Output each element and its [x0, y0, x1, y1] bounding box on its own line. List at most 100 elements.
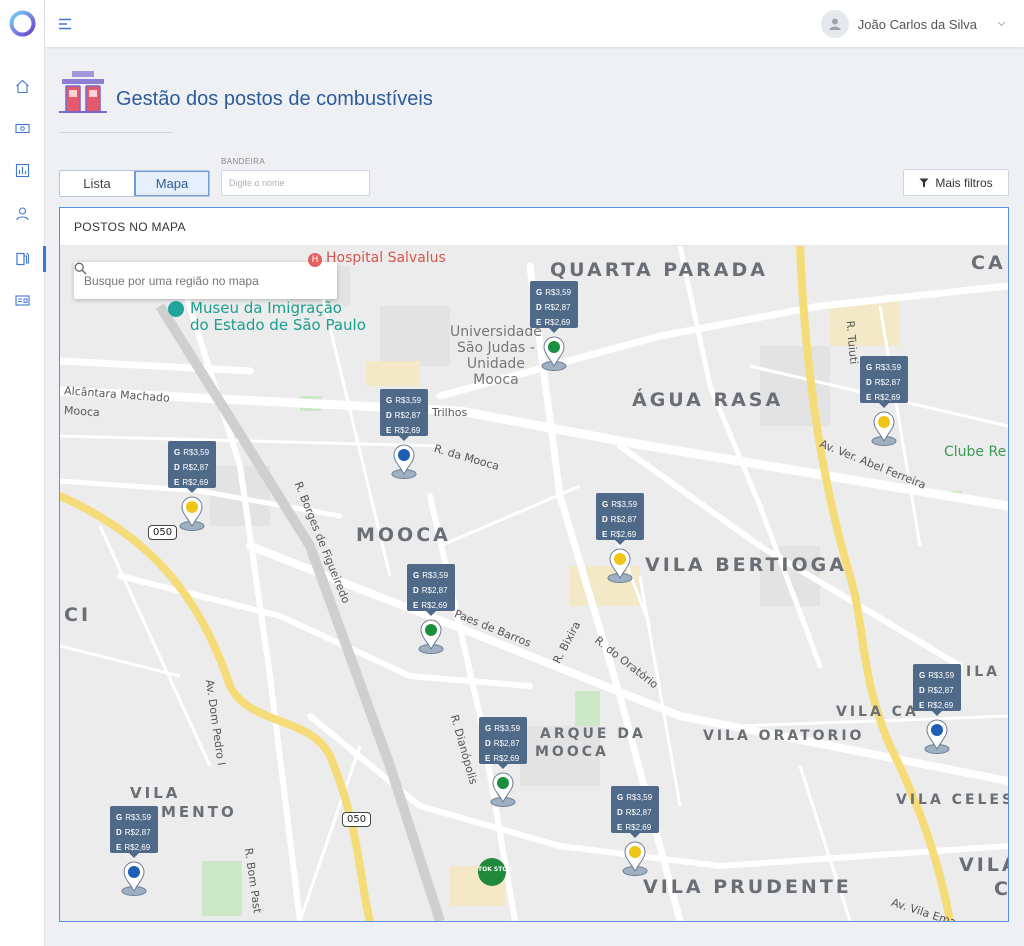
sidebar-item-cards[interactable]: [0, 285, 45, 315]
fuel-code: G: [866, 363, 873, 372]
fuel-code: E: [536, 318, 542, 327]
filter-icon: [919, 178, 929, 187]
district-label: ILA I: [966, 664, 1008, 680]
sidebar: [0, 0, 46, 946]
price-row: D R$2,87: [536, 300, 578, 315]
price-tag[interactable]: G R$3,59 D R$2,87 E R$2,69: [596, 493, 644, 545]
map-panel-title: POSTOS NO MAPA: [60, 208, 1008, 246]
map[interactable]: QUARTA PARADA ÁGUA RASA MOOCA VILA BERTI…: [60, 246, 1008, 921]
user-name: João Carlos da Silva: [857, 16, 977, 32]
avatar: [820, 10, 849, 38]
price-row: E R$2,69: [386, 423, 428, 438]
price-row: G R$3,59: [536, 285, 578, 300]
price-tag[interactable]: G R$3,59 D R$2,87 E R$2,69: [479, 717, 527, 769]
fuel-code: D: [602, 515, 608, 524]
fuel-price: R$2,69: [927, 701, 954, 710]
top-bar: João Carlos da Silva: [45, 0, 1024, 47]
fuel-code: D: [116, 828, 122, 837]
chart-icon: [15, 163, 30, 177]
price-row: G R$3,59: [174, 445, 216, 460]
search-icon[interactable]: [74, 262, 87, 275]
br-station-pin-icon[interactable]: [488, 771, 518, 807]
hospital-icon: H: [308, 253, 322, 267]
sidebar-item-finance[interactable]: [0, 113, 45, 143]
shell-station-pin-icon[interactable]: [177, 495, 207, 531]
app-logo[interactable]: [9, 10, 36, 37]
shell-station-pin-icon[interactable]: [605, 547, 635, 583]
district-label: MENTO: [161, 803, 237, 821]
sidebar-item-users[interactable]: [0, 198, 45, 228]
fuel-price: R$2,87: [394, 411, 421, 420]
fuel-price: R$2,69: [544, 318, 571, 327]
district-label: MOOCA: [535, 744, 609, 760]
user-menu[interactable]: João Carlos da Silva: [820, 10, 1006, 38]
more-filters-button[interactable]: Mais filtros: [903, 169, 1009, 196]
br-station-pin-icon[interactable]: [539, 335, 569, 371]
district-label: C: [994, 878, 1008, 900]
fuel-code: E: [485, 754, 491, 763]
price-row: G R$3,59: [602, 497, 644, 512]
price-tag[interactable]: G R$3,59 D R$2,87 E R$2,69: [380, 389, 428, 441]
ipiranga-station-pin-icon[interactable]: [119, 860, 149, 896]
list-view-button[interactable]: Lista: [60, 171, 134, 196]
sidebar-item-reports[interactable]: [0, 155, 45, 185]
map-view-button[interactable]: Mapa: [134, 171, 209, 196]
ipiranga-station-pin-icon[interactable]: [922, 718, 952, 754]
museum-label: Museu da Imigração do Estado de São Paulo: [168, 300, 366, 334]
fuel-price: R$2,87: [493, 739, 520, 748]
fuel-price: R$3,59: [611, 500, 638, 509]
shell-station-pin-icon[interactable]: [620, 840, 650, 876]
district-label: MOOCA: [356, 524, 451, 546]
price-tag[interactable]: G R$3,59 D R$2,87 E R$2,69: [530, 281, 578, 333]
fuel-price: R$3,59: [875, 363, 902, 372]
district-label: VILA PRUDENTE: [643, 876, 852, 898]
price-tag[interactable]: G R$3,59 D R$2,87 E R$2,69: [110, 806, 158, 858]
district-label: VILA CELEST: [896, 792, 1008, 808]
price-row: G R$3,59: [617, 790, 659, 805]
price-row: D R$2,87: [413, 583, 455, 598]
fuel-code: E: [116, 843, 122, 852]
fuel-price: R$2,69: [124, 843, 151, 852]
district-label: ÁGUA RASA: [632, 389, 784, 411]
gas-station-icon: [59, 71, 107, 113]
price-tag[interactable]: G R$3,59 D R$2,87 E R$2,69: [407, 564, 455, 616]
price-row: E R$2,69: [919, 698, 961, 713]
ipiranga-station-pin-icon[interactable]: [389, 443, 419, 479]
map-search-input[interactable]: [84, 273, 327, 288]
price-row: G R$3,59: [386, 393, 428, 408]
price-row: E R$2,69: [485, 751, 527, 766]
fuel-code: E: [386, 426, 392, 435]
card-icon: [15, 294, 30, 306]
fuel-price: R$2,87: [182, 463, 209, 472]
sidebar-item-home[interactable]: [0, 71, 45, 101]
price-tag[interactable]: G R$3,59 D R$2,87 E R$2,69: [913, 664, 961, 716]
fuel-price: R$3,59: [494, 724, 521, 733]
fuel-price: R$2,87: [544, 303, 571, 312]
price-row: E R$2,69: [116, 840, 158, 855]
price-row: E R$2,69: [413, 598, 455, 613]
home-icon: [16, 79, 29, 93]
sidebar-item-stations[interactable]: [0, 244, 46, 274]
district-label: QUARTA PARADA: [550, 259, 768, 281]
fuel-code: D: [919, 686, 925, 695]
fuel-price: R$2,87: [874, 378, 901, 387]
fuel-code: G: [602, 500, 609, 509]
price-tag[interactable]: G R$3,59 D R$2,87 E R$2,69: [611, 786, 659, 838]
district-label: VILA BERTIOGA: [645, 554, 847, 576]
university-label: Universidade São Judas - Unidade Mooca: [450, 324, 542, 388]
menu-icon[interactable]: [58, 16, 74, 32]
br-station-pin-icon[interactable]: [416, 618, 446, 654]
price-row: D R$2,87: [919, 683, 961, 698]
price-tag[interactable]: G R$3,59 D R$2,87 E R$2,69: [860, 356, 908, 408]
museum-icon: [168, 301, 184, 317]
brand-filter-input[interactable]: [221, 170, 370, 196]
fuel-code: G: [386, 396, 393, 405]
fuel-code: G: [485, 724, 492, 733]
user-icon: [16, 206, 29, 220]
district-label: CI: [64, 604, 92, 626]
page-title: Gestão dos postos de combustíveis: [116, 88, 433, 110]
price-row: E R$2,69: [536, 315, 578, 330]
price-row: D R$2,87: [866, 375, 908, 390]
shell-station-pin-icon[interactable]: [869, 410, 899, 446]
price-tag[interactable]: G R$3,59 D R$2,87 E R$2,69: [168, 441, 216, 493]
